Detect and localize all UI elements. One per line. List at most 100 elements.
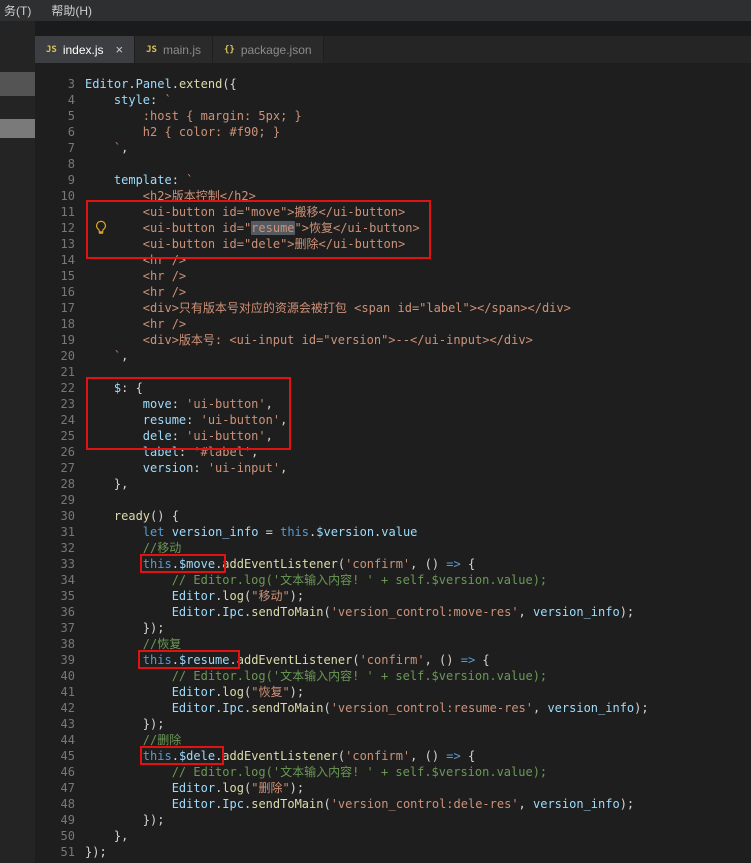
line-number: 33 (60, 557, 75, 571)
line-number: 23 (60, 397, 75, 411)
tab-bar: JS index.js × JS main.js {} package.json (35, 36, 751, 63)
code-line[interactable]: 8 (35, 156, 751, 172)
tab-label: package.json (240, 42, 312, 57)
code-line[interactable]: 9 template: ` (35, 172, 751, 188)
titlebar-band (35, 21, 751, 36)
code-line[interactable]: 44 //删除 (35, 732, 751, 748)
menu-item-task[interactable]: 务(T) (2, 2, 33, 19)
menu-item-help[interactable]: 帮助(H) (49, 2, 94, 19)
line-number: 45 (60, 749, 75, 763)
line-number: 37 (60, 621, 75, 635)
code-text: <div>只有版本号对应的资源会被打包 <span id="label"></s… (85, 301, 571, 315)
line-number: 21 (60, 365, 75, 379)
code-line[interactable]: 10 <h2>版本控制</h2> (35, 188, 751, 204)
code-line[interactable]: 41 Editor.log("恢复"); (35, 684, 751, 700)
code-editor[interactable]: 3 Editor.Panel.extend({4 style: ` 5 :host … (35, 63, 751, 863)
code-line[interactable]: 5 :host { margin: 5px; } (35, 108, 751, 124)
line-number: 26 (60, 445, 75, 459)
code-line[interactable]: 22 $: { (35, 380, 751, 396)
code-line[interactable]: 12 <ui-button id="resume">恢复</ui-button> (35, 220, 751, 236)
code-line[interactable]: 30 ready() { (35, 508, 751, 524)
code-line[interactable]: 7 `, (35, 140, 751, 156)
code-line[interactable]: 25 dele: 'ui-button', (35, 428, 751, 444)
code-text: }, (85, 829, 129, 843)
code-line[interactable]: 32 //移动 (35, 540, 751, 556)
line-number: 12 (60, 221, 75, 235)
code-line[interactable]: 14 <hr /> (35, 252, 751, 268)
tab-package.json[interactable]: {} package.json (212, 36, 324, 63)
code-line[interactable]: 20 `, (35, 348, 751, 364)
code-text: <hr /> (85, 317, 187, 331)
line-number: 30 (60, 509, 75, 523)
json-file-icon: {} (223, 44, 235, 55)
code-line[interactable]: 48 Editor.Ipc.sendToMain('version_contro… (35, 796, 751, 812)
code-line[interactable]: 39 this.$resume.addEventListener('confir… (35, 652, 751, 668)
left-panel-strip (0, 21, 35, 863)
code-line[interactable]: 16 <hr /> (35, 284, 751, 300)
line-number: 49 (60, 813, 75, 827)
line-number: 5 (67, 109, 75, 123)
code-text: }, (85, 477, 129, 491)
code-line[interactable]: 6 h2 { color: #f90; } (35, 124, 751, 140)
line-number: 19 (60, 333, 75, 347)
code-line[interactable]: 38 //恢复 (35, 636, 751, 652)
code-line[interactable]: 36 Editor.Ipc.sendToMain('version_contro… (35, 604, 751, 620)
code-text: // Editor.log('文本输入内容! ' + self.$version… (171, 573, 548, 587)
code-line[interactable]: 13 <ui-button id="dele">删除</ui-button> (35, 236, 751, 252)
code-text: <hr /> (85, 253, 187, 267)
code-line[interactable]: 31 let version_info = this.$version.valu… (35, 524, 751, 540)
code-line[interactable]: 3 Editor.Panel.extend({ (35, 76, 751, 92)
code-line[interactable]: 26 label: '#label', (35, 444, 751, 460)
line-number: 25 (60, 429, 75, 443)
code-line[interactable]: 17 <div>只有版本号对应的资源会被打包 <span id="label">… (35, 300, 751, 316)
code-line[interactable]: 27 version: 'ui-input', (35, 460, 751, 476)
code-line[interactable]: 51}); (35, 844, 751, 860)
line-number: 20 (60, 349, 75, 363)
code-line[interactable]: 11 <ui-button id="move">搬移</ui-button> (35, 204, 751, 220)
tab-index.js[interactable]: JS index.js × (35, 36, 136, 63)
line-number: 11 (60, 205, 75, 219)
close-icon[interactable]: × (116, 43, 124, 56)
line-number: 3 (67, 77, 75, 91)
code-line[interactable]: 28 }, (35, 476, 751, 492)
code-line[interactable]: 34 // Editor.log('文本输入内容! ' + self.$vers… (35, 572, 751, 588)
code-line[interactable]: 23 move: 'ui-button', (35, 396, 751, 412)
tab-label: main.js (162, 42, 201, 57)
code-line[interactable]: 45 this.$dele.addEventListener('confirm'… (35, 748, 751, 764)
code-line[interactable]: 49 }); (35, 812, 751, 828)
code-line[interactable]: 35 Editor.log("移动"); (35, 588, 751, 604)
left-panel-item[interactable] (0, 72, 35, 96)
code-line[interactable]: 19 <div>版本号: <ui-input id="version">--</… (35, 332, 751, 348)
code-line[interactable]: 43 }); (35, 716, 751, 732)
code-line[interactable]: 4 style: ` (35, 92, 751, 108)
code-text: dele: 'ui-button', (85, 429, 273, 443)
code-line[interactable]: 50 }, (35, 828, 751, 844)
tab-main.js[interactable]: JS main.js (135, 36, 213, 63)
code-text: <ui-button id="move">搬移</ui-button> (85, 205, 406, 219)
code-line[interactable]: 40 // Editor.log('文本输入内容! ' + self.$vers… (35, 668, 751, 684)
code-line[interactable]: 33 this.$move.addEventListener('confirm'… (35, 556, 751, 572)
code-text: template: ` (85, 173, 194, 187)
code-line[interactable]: 24 resume: 'ui-button', (35, 412, 751, 428)
code-line[interactable]: 37 }); (35, 620, 751, 636)
code-line[interactable]: 18 <hr /> (35, 316, 751, 332)
code-text: this.$resume.addEventListener('confirm',… (142, 653, 490, 667)
code-text: resume: 'ui-button', (85, 413, 288, 427)
line-number: 35 (60, 589, 75, 603)
code-line[interactable]: 21 (35, 364, 751, 380)
code-line[interactable]: 29 (35, 492, 751, 508)
code-text: Editor.Panel.extend({ (85, 77, 237, 91)
code-line[interactable]: 46 // Editor.log('文本输入内容! ' + self.$vers… (35, 764, 751, 780)
left-panel-item[interactable] (0, 119, 35, 138)
code-line[interactable]: 15 <hr /> (35, 268, 751, 284)
line-number: 44 (60, 733, 75, 747)
code-line[interactable]: 47 Editor.log("删除"); (35, 780, 751, 796)
code-text: //移动 (142, 541, 182, 555)
menu-bar: 务(T) 帮助(H) (0, 0, 751, 21)
code-text: :host { margin: 5px; } (85, 109, 302, 123)
code-text: this.$move.addEventListener('confirm', (… (142, 557, 476, 571)
code-line[interactable]: 42 Editor.Ipc.sendToMain('version_contro… (35, 700, 751, 716)
line-number: 38 (60, 637, 75, 651)
